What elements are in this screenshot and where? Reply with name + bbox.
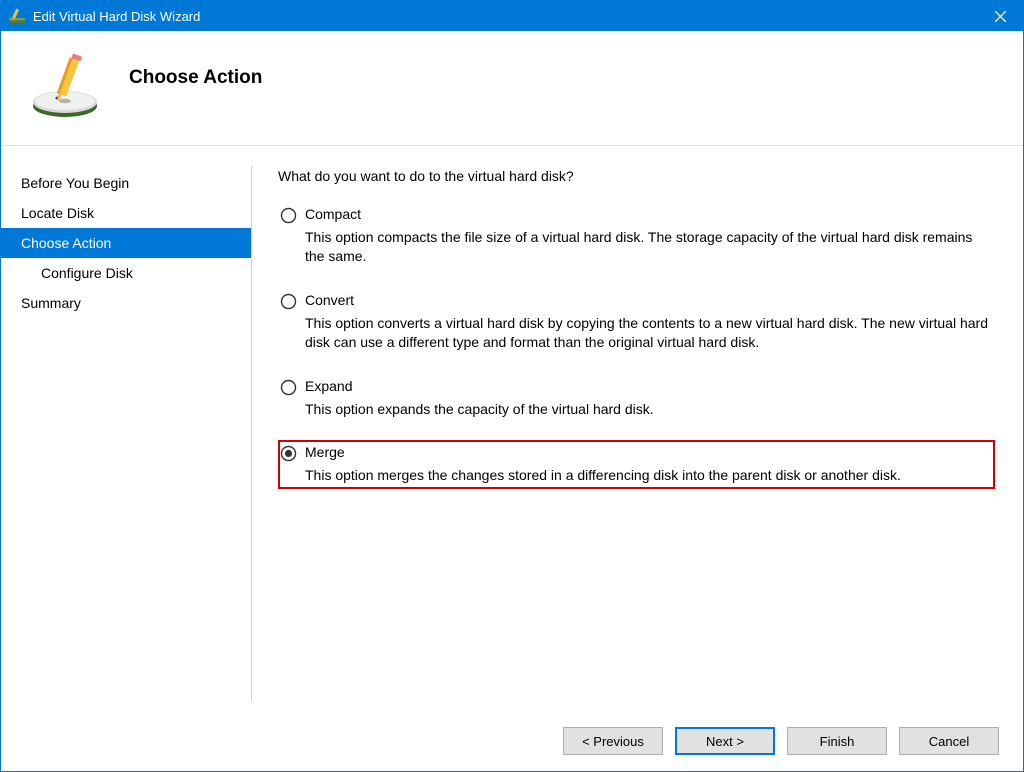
option-label: Convert (305, 292, 993, 308)
sidebar-item-locate-disk[interactable]: Locate Disk (1, 198, 251, 228)
radio-icon[interactable] (280, 379, 297, 396)
option-compact[interactable]: Compact This option compacts the file si… (278, 202, 995, 270)
titlebar: Edit Virtual Hard Disk Wizard (1, 1, 1023, 31)
previous-button[interactable]: < Previous (563, 727, 663, 755)
sidebar-item-choose-action[interactable]: Choose Action (1, 228, 251, 258)
option-desc: This option expands the capacity of the … (305, 400, 993, 419)
next-button[interactable]: Next > (675, 727, 775, 755)
wizard-content: What do you want to do to the virtual ha… (252, 146, 1023, 711)
option-merge[interactable]: Merge This option merges the changes sto… (278, 440, 995, 489)
radio-icon[interactable] (280, 207, 297, 224)
option-label: Compact (305, 206, 993, 222)
option-label: Merge (305, 444, 993, 460)
option-desc: This option converts a virtual hard disk… (305, 314, 993, 352)
option-desc: This option compacts the file size of a … (305, 228, 993, 266)
option-expand[interactable]: Expand This option expands the capacity … (278, 374, 995, 423)
cancel-button[interactable]: Cancel (899, 727, 999, 755)
app-icon (9, 8, 25, 24)
sidebar-item-summary[interactable]: Summary (1, 288, 251, 318)
radio-icon[interactable] (280, 293, 297, 310)
wizard-header: Choose Action (1, 31, 1023, 146)
wizard-steps-sidebar: Before You Begin Locate Disk Choose Acti… (1, 146, 251, 711)
sidebar-item-configure-disk[interactable]: Configure Disk (1, 258, 251, 288)
close-button[interactable] (978, 1, 1023, 31)
option-desc: This option merges the changes stored in… (305, 466, 993, 485)
wizard-footer: < Previous Next > Finish Cancel (1, 711, 1023, 771)
wizard-body: Before You Begin Locate Disk Choose Acti… (1, 146, 1023, 711)
sidebar-item-before-you-begin[interactable]: Before You Begin (1, 168, 251, 198)
radio-icon-selected[interactable] (280, 445, 297, 462)
finish-button[interactable]: Finish (787, 727, 887, 755)
page-title: Choose Action (129, 67, 262, 89)
disk-pencil-icon (29, 52, 101, 124)
window-title: Edit Virtual Hard Disk Wizard (33, 9, 978, 24)
option-convert[interactable]: Convert This option converts a virtual h… (278, 288, 995, 356)
option-label: Expand (305, 378, 993, 394)
content-prompt: What do you want to do to the virtual ha… (278, 168, 995, 184)
